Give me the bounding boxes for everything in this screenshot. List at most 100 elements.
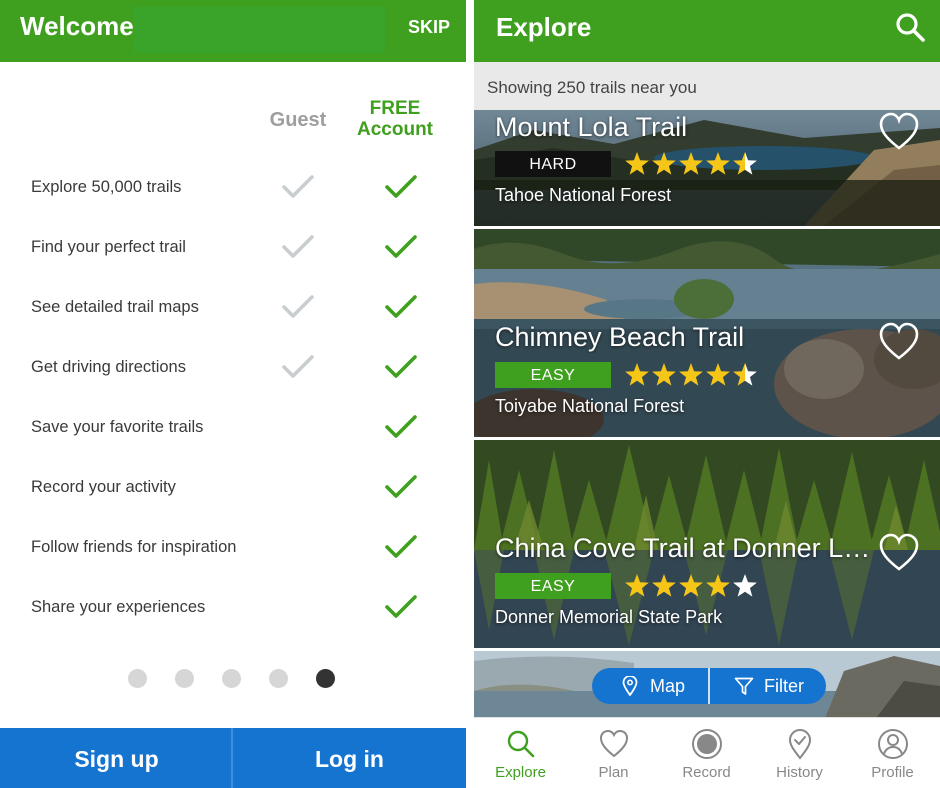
map-button[interactable]: Map xyxy=(592,668,708,704)
skip-button[interactable]: SKIP xyxy=(408,17,450,38)
trail-card[interactable]: Mount Lola Trail HARD Tahoe National For… xyxy=(474,110,940,226)
star-icon xyxy=(679,574,703,597)
rating-stars xyxy=(625,152,757,175)
free-account-check-icon xyxy=(385,535,417,558)
star-icon xyxy=(733,363,757,386)
free-account-check-icon xyxy=(385,235,417,258)
guest-check-icon xyxy=(282,235,314,258)
explore-screen: Explore Showing 250 trails near you Moun… xyxy=(474,0,940,788)
bottom-tab-bar: Explore Plan Record History Profile xyxy=(474,717,940,788)
feature-label: Share your experiences xyxy=(31,598,206,616)
trail-name: China Cove Trail at Donner Lake Loop xyxy=(495,533,880,563)
trail-name: Mount Lola Trail xyxy=(495,112,688,142)
free-account-check-icon xyxy=(385,175,417,198)
log-in-button[interactable]: Log in xyxy=(233,728,466,788)
favorite-heart-icon[interactable] xyxy=(878,112,920,152)
map-filter-toggle: Map Filter xyxy=(592,668,826,704)
guest-check-icon xyxy=(282,175,314,198)
welcome-title: Welcome xyxy=(20,11,134,41)
difficulty-badge: EASY xyxy=(495,573,611,599)
explore-title: Explore xyxy=(496,12,592,42)
results-summary: Showing 250 trails near you xyxy=(474,62,940,110)
tab-label: Explore xyxy=(495,764,546,781)
trail-area: Tahoe National Forest xyxy=(495,185,672,205)
page-dot[interactable] xyxy=(269,669,288,688)
filter-label: Filter xyxy=(764,676,804,696)
feature-label: Follow friends for inspiration xyxy=(31,538,237,556)
welcome-footer: Sign up Log in xyxy=(0,728,466,788)
star-icon xyxy=(706,574,730,597)
heart-icon xyxy=(599,729,629,758)
star-icon xyxy=(733,152,757,175)
page-dot[interactable] xyxy=(175,669,194,688)
feature-label: Explore 50,000 trails xyxy=(31,178,182,196)
favorite-heart-icon[interactable] xyxy=(878,533,920,573)
guest-check-icon xyxy=(282,355,314,378)
tab-record[interactable]: Record xyxy=(660,718,753,788)
difficulty-badge: HARD xyxy=(495,151,611,177)
feature-label: Save your favorite trails xyxy=(31,418,204,436)
guest-check-icon xyxy=(282,295,314,318)
filter-button[interactable]: Filter xyxy=(710,668,826,704)
tab-label: Plan xyxy=(598,764,629,781)
page-dot[interactable] xyxy=(222,669,241,688)
tab-profile[interactable]: Profile xyxy=(846,718,939,788)
page-dot[interactable] xyxy=(316,669,335,688)
tab-label: Record xyxy=(682,764,731,781)
trail-card[interactable]: China Cove Trail at Donner Lake Loop EAS… xyxy=(474,440,940,648)
rating-stars xyxy=(625,363,757,386)
favorite-heart-icon[interactable] xyxy=(878,322,920,362)
location-check-icon xyxy=(788,729,812,760)
map-label: Map xyxy=(650,676,686,696)
star-icon xyxy=(652,152,676,175)
sign-up-button[interactable]: Sign up xyxy=(0,728,233,788)
rating-stars xyxy=(625,574,757,597)
difficulty-badge: EASY xyxy=(495,362,611,388)
header-highlight xyxy=(133,6,385,53)
tab-explore[interactable]: Explore xyxy=(474,718,567,788)
feature-label: Get driving directions xyxy=(31,358,186,376)
free-account-check-icon xyxy=(385,295,417,318)
free-account-column-header: FREE Account xyxy=(350,98,440,140)
free-account-line2: Account xyxy=(357,119,433,140)
tab-history[interactable]: History xyxy=(753,718,846,788)
trail-area: Toiyabe National Forest xyxy=(495,396,685,416)
tab-plan[interactable]: Plan xyxy=(567,718,660,788)
page-dot[interactable] xyxy=(128,669,147,688)
star-icon xyxy=(625,152,649,175)
star-icon xyxy=(679,152,703,175)
free-account-check-icon xyxy=(385,355,417,378)
search-icon[interactable] xyxy=(894,11,926,43)
feature-label: Record your activity xyxy=(31,478,176,496)
trail-card[interactable]: Chimney Beach Trail EASY Toiyabe Nationa… xyxy=(474,229,940,437)
star-icon xyxy=(679,363,703,386)
map-pin-icon xyxy=(622,676,638,696)
trail-name: Chimney Beach Trail xyxy=(495,322,745,352)
search-icon xyxy=(507,730,535,758)
feature-label: Find your perfect trail xyxy=(31,238,186,256)
welcome-header: Welcome SKIP xyxy=(0,0,466,62)
star-icon xyxy=(625,574,649,597)
feature-label: See detailed trail maps xyxy=(31,298,199,316)
star-icon xyxy=(706,363,730,386)
free-account-check-icon xyxy=(385,595,417,618)
trail-area: Donner Memorial State Park xyxy=(495,607,723,627)
free-account-check-icon xyxy=(385,415,417,438)
profile-icon xyxy=(878,729,908,759)
free-account-line1: FREE xyxy=(369,98,421,119)
filter-funnel-icon xyxy=(734,677,754,695)
record-icon xyxy=(692,729,722,759)
guest-column-header: Guest xyxy=(269,109,327,131)
star-icon xyxy=(652,574,676,597)
tab-label: Profile xyxy=(871,764,914,781)
page-indicator xyxy=(128,669,338,689)
star-icon xyxy=(625,363,649,386)
welcome-screen: Welcome SKIP Guest FREE Account Explore … xyxy=(0,0,466,788)
star-icon xyxy=(733,574,757,597)
explore-header: Explore xyxy=(474,0,940,62)
star-icon xyxy=(706,152,730,175)
screen-gutter xyxy=(466,0,474,788)
free-account-check-icon xyxy=(385,475,417,498)
star-icon xyxy=(652,363,676,386)
tab-label: History xyxy=(776,764,823,781)
